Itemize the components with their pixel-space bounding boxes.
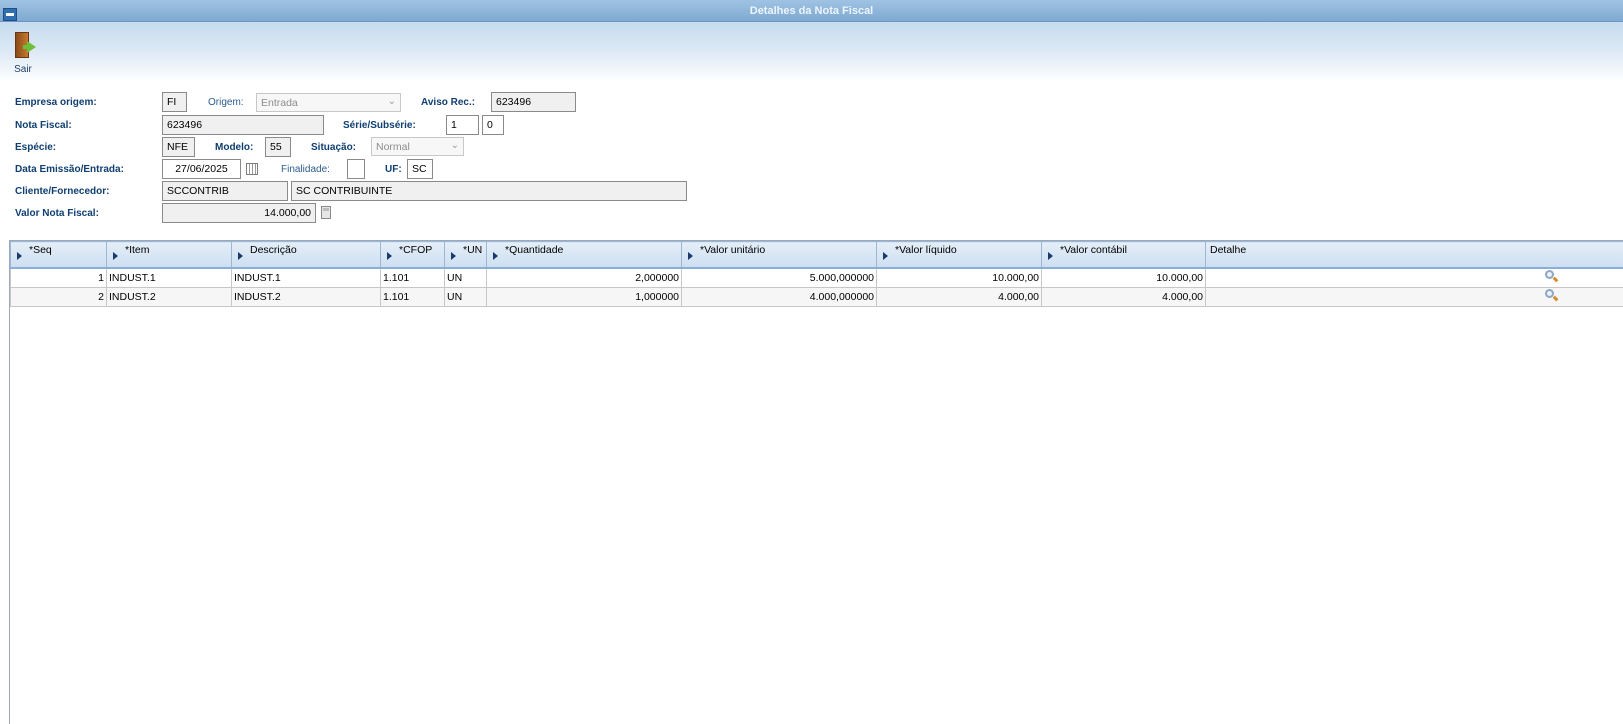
sort-arrow-icon xyxy=(883,252,888,260)
exit-button-label: Sair xyxy=(14,64,32,75)
modelo-field[interactable]: 55 xyxy=(265,137,291,157)
cell-valor-unitario: 5.000,000000 xyxy=(681,267,877,288)
finalidade-field[interactable] xyxy=(347,159,365,179)
cliente-code-field[interactable]: SCCONTRIB xyxy=(162,181,288,201)
sort-arrow-icon xyxy=(688,252,693,260)
cell-cfop: 1.101 xyxy=(380,286,445,307)
finalidade-label: Finalidade: xyxy=(281,164,330,175)
empresa-origem-field[interactable]: FI xyxy=(162,92,187,112)
column-header-detalhe[interactable]: Detalhe xyxy=(1205,241,1623,269)
uf-field[interactable]: SC xyxy=(407,159,433,179)
cell-valor-contabil: 10.000,00 xyxy=(1041,267,1206,288)
situacao-label: Situação: xyxy=(311,142,357,153)
sort-arrow-icon xyxy=(387,252,392,260)
subserie-field[interactable]: 0 xyxy=(482,115,504,135)
column-header-un[interactable]: *UN xyxy=(444,241,487,269)
cell-detalhe xyxy=(1205,286,1623,307)
column-header-valor-liquido[interactable]: *Valor líquido xyxy=(876,241,1042,269)
magnifier-icon[interactable] xyxy=(1545,269,1559,283)
cell-descricao: INDUST.2 xyxy=(231,286,381,307)
table-row[interactable]: 1 INDUST.1 INDUST.1 1.101 UN 2,000000 5.… xyxy=(10,267,1623,288)
especie-label: Espécie: xyxy=(15,142,57,153)
cliente-name-field[interactable]: SC CONTRIBUINTE xyxy=(291,181,687,201)
data-emissao-label: Data Emissão/Entrada: xyxy=(15,164,124,175)
nota-fiscal-field[interactable]: 623496 xyxy=(162,115,324,135)
cell-quantidade: 1,000000 xyxy=(486,286,682,307)
sort-arrow-icon xyxy=(17,252,22,260)
toolbar: Sair xyxy=(0,22,1623,82)
exit-button[interactable]: Sair xyxy=(9,32,41,80)
cell-valor-contabil: 4.000,00 xyxy=(1041,286,1206,307)
cell-valor-liquido: 10.000,00 xyxy=(876,267,1042,288)
cell-seq: 2 xyxy=(10,286,107,307)
origem-value: Entrada xyxy=(261,97,298,109)
serie-subserie-label: Série/Subsérie: xyxy=(343,120,416,131)
nota-fiscal-label: Nota Fiscal: xyxy=(15,120,72,131)
data-emissao-field[interactable]: 27/06/2025 xyxy=(162,159,241,179)
serie-field[interactable]: 1 xyxy=(446,115,479,135)
sort-arrow-icon xyxy=(238,252,243,260)
valor-nota-fiscal-field[interactable]: 14.000,00 xyxy=(162,203,316,223)
title-bar: Detalhes da Nota Fiscal xyxy=(0,0,1623,22)
sort-arrow-icon xyxy=(1048,252,1053,260)
column-header-quantidade[interactable]: *Quantidade xyxy=(486,241,682,269)
valor-nota-fiscal-label: Valor Nota Fiscal: xyxy=(15,208,99,219)
magnifier-icon[interactable] xyxy=(1545,288,1559,302)
column-header-descricao[interactable]: Descrição xyxy=(231,241,381,269)
column-header-seq[interactable]: *Seq xyxy=(10,241,107,269)
aviso-rec-label: Aviso Rec.: xyxy=(421,97,476,108)
items-grid: *Seq *Item Descrição *CFOP *UN *Quantida… xyxy=(9,240,1623,724)
chevron-down-icon: ⌄ xyxy=(450,140,459,151)
cell-seq: 1 xyxy=(10,267,107,288)
cliente-fornecedor-label: Cliente/Fornecedor: xyxy=(15,186,110,197)
situacao-select[interactable]: Normal ⌄ xyxy=(371,137,464,156)
sort-arrow-icon xyxy=(113,252,118,260)
column-header-valor-contabil[interactable]: *Valor contábil xyxy=(1041,241,1206,269)
cell-un: UN xyxy=(444,267,487,288)
sort-arrow-icon xyxy=(451,252,456,260)
cell-descricao: INDUST.1 xyxy=(231,267,381,288)
exit-arrow-icon xyxy=(27,41,36,53)
cell-detalhe xyxy=(1205,267,1623,288)
situacao-value: Normal xyxy=(376,141,410,153)
column-header-item[interactable]: *Item xyxy=(106,241,232,269)
cell-cfop: 1.101 xyxy=(380,267,445,288)
calculator-icon[interactable] xyxy=(321,206,331,219)
uf-label: UF: xyxy=(385,164,402,175)
cell-item: INDUST.1 xyxy=(106,267,232,288)
aviso-rec-field[interactable]: 623496 xyxy=(491,92,576,112)
cell-un: UN xyxy=(444,286,487,307)
especie-field[interactable]: NFE xyxy=(162,137,195,157)
modelo-label: Modelo: xyxy=(215,142,254,153)
chevron-down-icon: ⌄ xyxy=(387,96,396,107)
empresa-origem-label: Empresa origem: xyxy=(15,97,97,108)
sort-arrow-icon xyxy=(493,252,498,260)
origem-select[interactable]: Entrada ⌄ xyxy=(256,93,401,112)
items-table: *Seq *Item Descrição *CFOP *UN *Quantida… xyxy=(10,241,1623,307)
window-title: Detalhes da Nota Fiscal xyxy=(749,5,874,17)
cell-valor-liquido: 4.000,00 xyxy=(876,286,1042,307)
column-header-valor-unitario[interactable]: *Valor unitário xyxy=(681,241,877,269)
column-header-cfop[interactable]: *CFOP xyxy=(380,241,445,269)
origem-label: Origem: xyxy=(208,97,244,108)
cell-valor-unitario: 4.000,000000 xyxy=(681,286,877,307)
calendar-icon[interactable] xyxy=(246,163,258,175)
table-row[interactable]: 2 INDUST.2 INDUST.2 1.101 UN 1,000000 4.… xyxy=(10,286,1623,307)
cell-quantidade: 2,000000 xyxy=(486,267,682,288)
cell-item: INDUST.2 xyxy=(106,286,232,307)
